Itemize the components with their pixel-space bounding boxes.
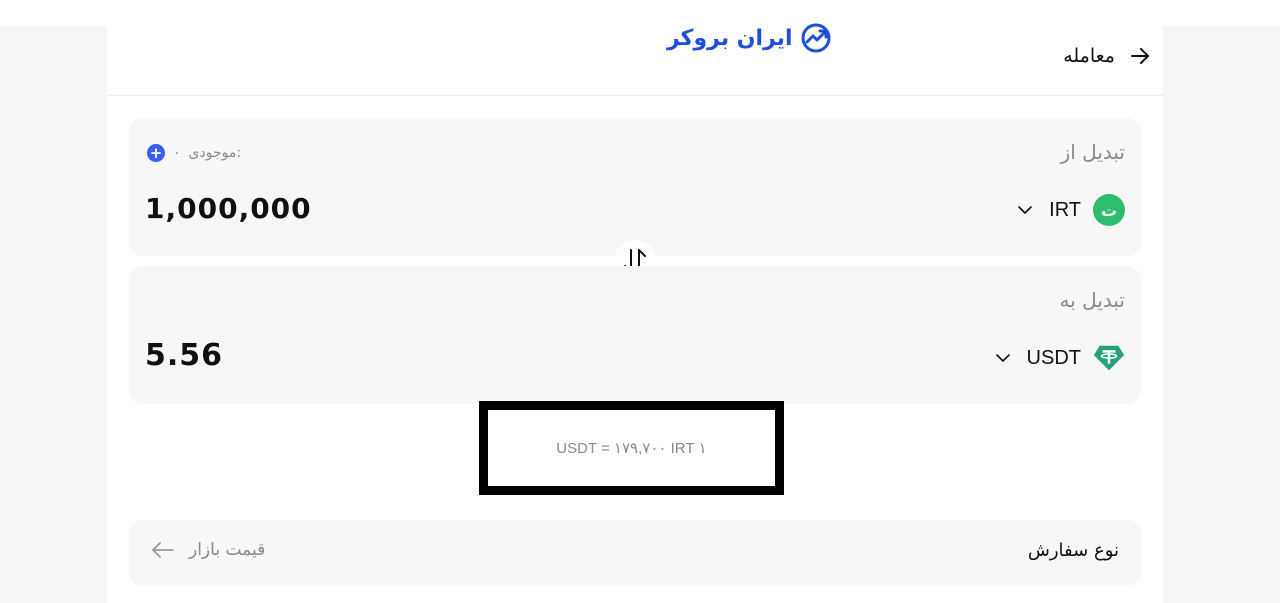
convert-from-title: تبدیل از — [1060, 140, 1125, 164]
balance-value: ۰ — [173, 145, 181, 161]
chevron-down-icon — [1018, 206, 1032, 214]
order-type-row[interactable]: نوع سفارش قیمت بازار — [129, 520, 1141, 586]
to-currency-select[interactable]: USDT — [995, 342, 1125, 374]
brand-logo-text: ایران بروکر — [667, 25, 793, 51]
to-amount-value[interactable]: 5.56 — [145, 338, 223, 373]
exchange-rate-text: ۱ USDT = ۱۷۹,۷۰۰ IRT — [556, 440, 707, 457]
balance-label: موجودی: — [188, 145, 242, 161]
convert-to-card: تبدیل به 5.56 USDT — [129, 266, 1141, 404]
exchange-rate-box: ۱ USDT = ۱۷۹,۷۰۰ IRT — [479, 401, 784, 495]
brand-logo[interactable]: ایران بروکر — [667, 18, 833, 58]
toman-coin-icon: ت — [1093, 194, 1125, 226]
tether-coin-icon — [1093, 342, 1125, 374]
back-button[interactable]: معامله — [1063, 38, 1151, 74]
page-background-left — [0, 26, 107, 603]
arrow-right-icon — [1131, 48, 1149, 64]
trend-chart-icon — [801, 23, 831, 53]
page-title: معامله — [1063, 45, 1115, 67]
page-background-right — [1163, 26, 1280, 603]
header: ایران بروکر معامله — [107, 0, 1163, 96]
order-type-label: نوع سفارش — [1027, 540, 1119, 561]
convert-to-title: تبدیل به — [1059, 288, 1125, 312]
balance-deposit-button[interactable]: + ۰ موجودی: — [147, 144, 241, 162]
arrow-left-icon — [152, 542, 174, 558]
order-type-select[interactable]: قیمت بازار — [151, 540, 265, 560]
chevron-down-icon — [995, 354, 1010, 362]
from-currency-code: IRT — [1049, 198, 1081, 221]
from-currency-select[interactable]: ت IRT — [1017, 194, 1125, 226]
convert-from-card: تبدیل از + ۰ موجودی: 1,000,000 ت IRT — [129, 118, 1141, 256]
plus-icon: + — [147, 144, 165, 162]
from-amount-input[interactable]: 1,000,000 — [145, 192, 312, 225]
to-currency-code: USDT — [1026, 346, 1081, 369]
order-type-value: قیمت بازار — [189, 540, 266, 560]
